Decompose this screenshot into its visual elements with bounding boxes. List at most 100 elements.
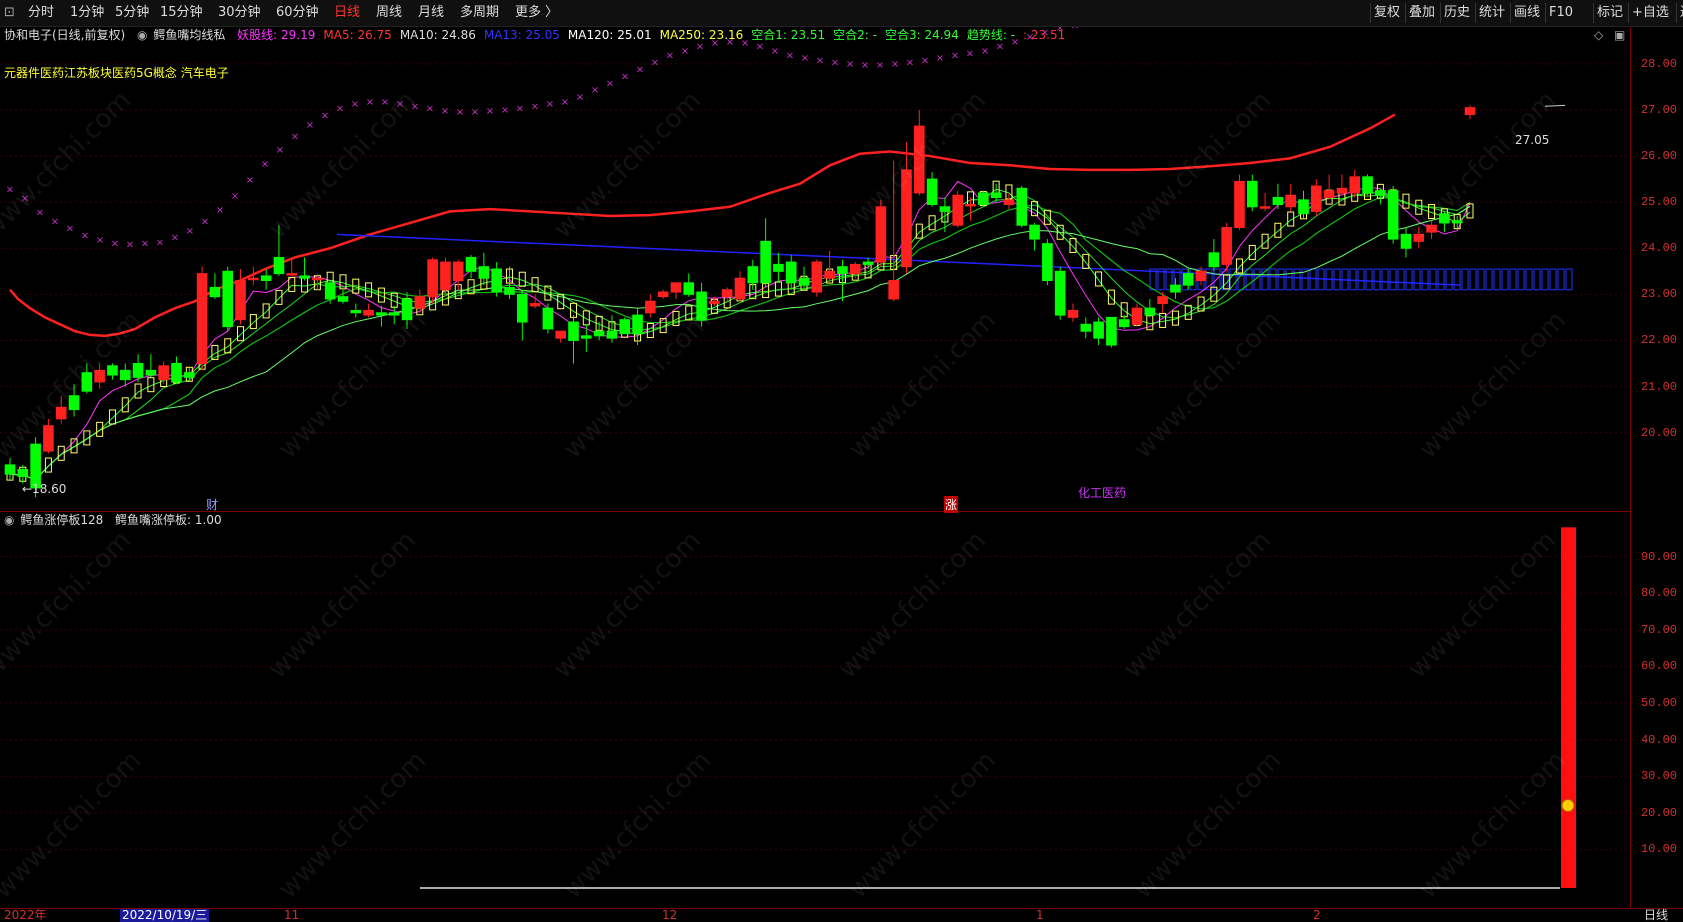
candle-body: [183, 372, 195, 378]
parabolic-mark: ×: [171, 233, 179, 244]
low-price-label: ←18.60: [22, 482, 67, 496]
toolbar-button[interactable]: +自选: [1628, 3, 1672, 23]
sector-marker[interactable]: 化工医药: [1078, 484, 1126, 501]
blue-band: [1429, 268, 1437, 291]
candle-body: [440, 261, 451, 291]
blue-band: [1453, 268, 1461, 291]
parabolic-mark: ×: [516, 104, 524, 115]
parabolic-mark: ×: [1086, 27, 1094, 29]
parabolic-mark: ×: [141, 239, 149, 250]
period-tab[interactable]: 30分钟: [218, 4, 261, 22]
sub-chart-panel[interactable]: [0, 512, 1631, 908]
candle-body: [760, 240, 771, 284]
parabolic-mark: ×: [561, 97, 569, 108]
parabolic-mark: ×: [231, 191, 239, 202]
parabolic-mark: ×: [921, 55, 929, 66]
candle-body: [401, 298, 413, 321]
blue-band: [1517, 268, 1525, 291]
period-tab[interactable]: 多周期: [460, 4, 499, 22]
toolbar-button[interactable]: 返回: [1676, 3, 1683, 23]
toolbar-button[interactable]: 标记: [1593, 3, 1626, 23]
parabolic-mark: ×: [261, 159, 269, 170]
period-tab[interactable]: 60分钟: [276, 4, 319, 22]
month-label: 2: [1313, 908, 1321, 922]
period-tab[interactable]: 周线: [376, 4, 402, 22]
limit-up-marker[interactable]: 涨: [944, 496, 959, 513]
candle-body: [709, 300, 720, 305]
toolbar-button[interactable]: 统计: [1475, 3, 1508, 23]
parabolic-mark: ×: [216, 205, 224, 216]
candle-body: [1208, 252, 1220, 268]
month-label: 1: [1036, 908, 1044, 922]
toolbar-button[interactable]: F10: [1545, 3, 1576, 23]
menu-icon[interactable]: ⊡: [4, 4, 15, 22]
period-tab[interactable]: 5分钟: [115, 4, 149, 22]
candle-body: [1118, 319, 1130, 328]
sub-toggle-icon[interactable]: ◉: [4, 513, 14, 527]
candle-body: [55, 406, 67, 420]
parabolic-mark: ×: [501, 105, 509, 116]
parabolic-mark: ×: [786, 51, 794, 62]
candle-body: [1080, 323, 1092, 332]
blue-band: [1509, 268, 1517, 291]
parabolic-mark: ×: [546, 99, 554, 110]
candle-body: [465, 256, 477, 272]
candle-body: [376, 312, 387, 316]
price-tick: 22.00: [1640, 333, 1677, 348]
period-label[interactable]: 日线: [1644, 909, 1668, 922]
candle-body: [1272, 197, 1284, 205]
candle-body: [1131, 307, 1143, 325]
month-label: 12: [662, 908, 678, 922]
toolbar-button[interactable]: 复权: [1370, 3, 1403, 23]
sub-info-row: ◉ 鳄鱼涨停板128 鳄鱼嘴涨停板: 1.00: [4, 512, 230, 528]
price-tick: 21.00: [1640, 379, 1677, 394]
sub-tick: 70.00: [1640, 622, 1677, 637]
period-tab[interactable]: 更多 〉: [515, 4, 558, 22]
candle-body: [388, 312, 400, 316]
ma-line: [9, 193, 1471, 481]
toolbar-button[interactable]: 叠加: [1405, 3, 1438, 23]
sub-indicator-value: 鳄鱼嘴涨停板: 1.00: [115, 513, 222, 527]
sub-tick: 40.00: [1640, 732, 1677, 747]
candle-body: [1413, 233, 1425, 242]
sub-indicator-name[interactable]: 鳄鱼涨停板128: [20, 513, 103, 527]
toolbar-button[interactable]: 历史: [1440, 3, 1473, 23]
parabolic-mark: ×: [831, 58, 839, 69]
candle-body: [952, 194, 964, 226]
parabolic-mark: ×: [741, 38, 749, 49]
candle-body: [1375, 190, 1386, 196]
period-tab[interactable]: 日线: [334, 4, 360, 22]
parabolic-mark: ×: [651, 58, 659, 69]
parabolic-mark: ×: [726, 37, 734, 48]
candle-body: [721, 289, 733, 298]
period-tab[interactable]: 月线: [418, 4, 444, 22]
main-chart-panel[interactable]: × × × × × × × × × × × × × × × × × × × × × × × × × × × × × × × × × × × × × × × ×…: [0, 27, 1631, 512]
finance-marker[interactable]: 财: [206, 496, 218, 513]
parabolic-mark: ×: [531, 101, 539, 112]
candle-body: [606, 330, 618, 339]
candle-body: [1311, 185, 1322, 212]
parabolic-mark: ×: [336, 104, 344, 115]
blue-band: [1493, 268, 1501, 291]
month-label: 11: [284, 908, 300, 922]
period-tab[interactable]: 1分钟: [70, 4, 104, 22]
parabolic-mark: ×: [81, 230, 89, 241]
period-tab[interactable]: 分时: [28, 4, 54, 22]
blue-band: [1285, 268, 1293, 291]
trend-box: [237, 326, 245, 342]
limit-up-bar: [1561, 527, 1576, 888]
candle-body: [683, 282, 695, 295]
parabolic-mark: ×: [201, 217, 209, 228]
toolbar-button[interactable]: 画线: [1510, 3, 1543, 23]
sub-tick: 30.00: [1640, 769, 1677, 784]
candle-body: [747, 266, 759, 284]
parabolic-mark: ×: [456, 107, 464, 118]
candle-body: [1221, 227, 1232, 265]
candle-body: [516, 293, 528, 323]
blue-band: [1461, 268, 1469, 291]
sub-tick: 10.00: [1640, 842, 1677, 857]
candle-body: [798, 277, 810, 286]
candle-body: [990, 192, 1002, 199]
period-tab[interactable]: 15分钟: [160, 4, 203, 22]
parabolic-mark: ×: [321, 111, 329, 122]
